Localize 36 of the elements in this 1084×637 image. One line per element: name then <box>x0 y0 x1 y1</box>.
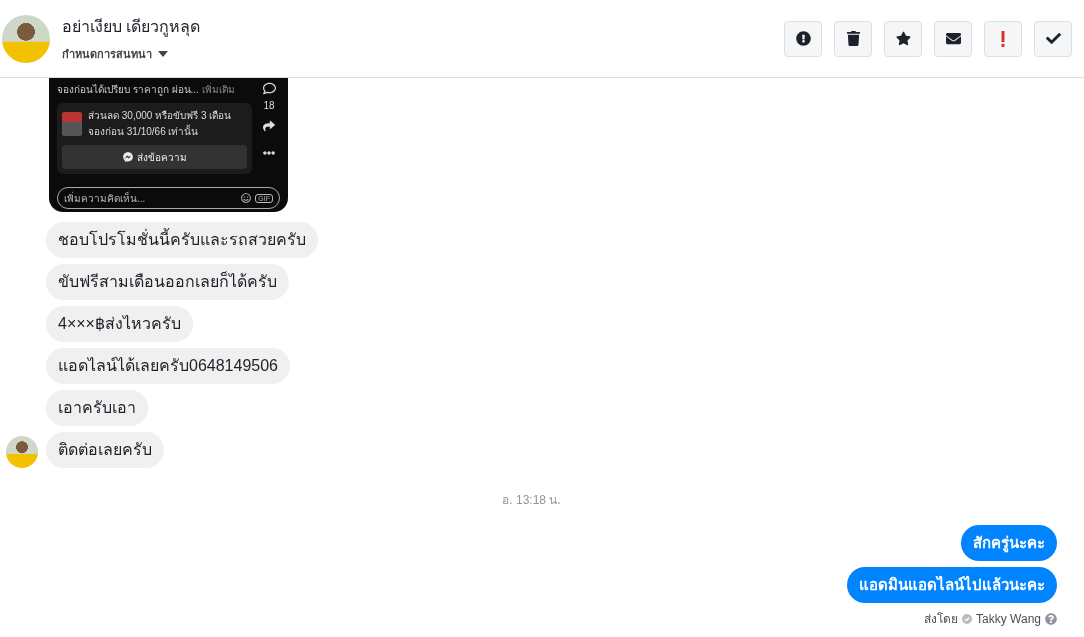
help-icon[interactable] <box>1045 612 1057 625</box>
message-bubble: เอาครับเอา <box>46 390 148 426</box>
timestamp: อ. 13:18 น. <box>501 492 562 509</box>
message-bubble: สักครู่นะคะ <box>961 525 1057 561</box>
toolbar-button[interactable] <box>1034 20 1072 57</box>
avatar <box>2 14 50 63</box>
sent-by-label: ส่งโดย <box>924 611 959 628</box>
envelope-icon <box>945 31 961 46</box>
promo-text: ส่วนลด 30,000 หรือขับฟรี 3 เดือน จองก่อน 31/10/66 เท่านั้น <box>88 109 233 139</box>
comment-count: 18 <box>263 100 275 111</box>
exclamation-icon <box>1001 30 1005 47</box>
message-bubble: ชอบโปรโมชั่นนี้ครับและรถสวยครับ <box>46 222 318 258</box>
caret-icon[interactable] <box>158 51 168 57</box>
check-circle-icon <box>962 613 973 624</box>
contact-name: อย่าเงียบ เดียวกูหลุด <box>62 17 202 39</box>
conversation-settings-link[interactable]: กำหนดการสนทนา <box>62 45 152 63</box>
photo-placeholder <box>62 112 82 136</box>
comment-icon <box>262 82 276 95</box>
toolbar-button[interactable] <box>784 20 822 57</box>
message-bubble: ขับฟรีสามเดือนออกเลยก็ได้ครับ <box>46 264 289 300</box>
smiley-icon <box>241 193 252 203</box>
check-icon <box>1045 31 1061 46</box>
toolbar-button[interactable] <box>934 20 972 57</box>
message-bubble: แอดมินแอดไลน์ไปแล้วนะคะ <box>847 567 1057 603</box>
message-bubble: 4×××฿ส่งไหวครับ <box>46 306 194 342</box>
post-caption: จองก่อนได้เปรียบ ราคาถูก ผ่อน... เพิ่มเติม <box>57 82 236 97</box>
toolbar-button[interactable] <box>884 20 922 57</box>
star-icon <box>895 31 911 46</box>
sender-link[interactable]: Takky Wang <box>976 611 1041 626</box>
messenger-icon <box>122 152 133 162</box>
message-bubble: แอดไลน์ได้เลยครับ0648149506 <box>46 348 290 384</box>
trash-icon <box>845 31 861 46</box>
message-bubble: ติดต่อเลยครับ <box>46 432 164 468</box>
share-icon <box>263 120 275 132</box>
toolbar-button[interactable] <box>834 20 872 57</box>
alert-icon <box>795 31 811 46</box>
